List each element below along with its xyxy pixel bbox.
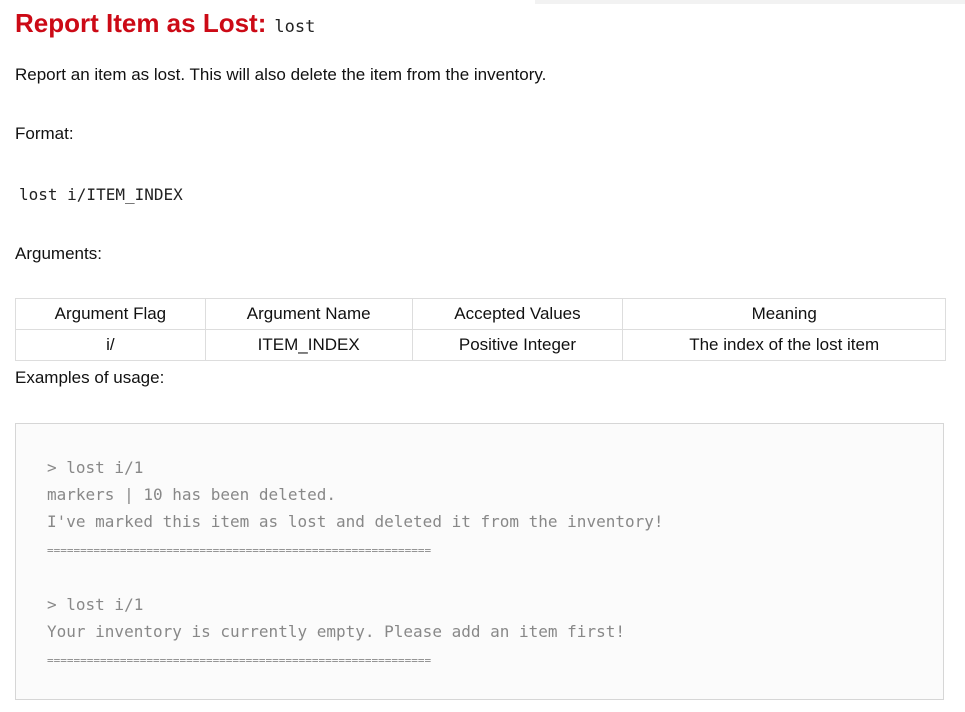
table-header-cell: Argument Name (204, 298, 413, 330)
examples-label: Examples of usage: (15, 368, 165, 387)
top-shade (535, 0, 965, 4)
table-header-cell: Argument Flag (15, 298, 206, 330)
arguments-table: Argument Flag Argument Name Accepted Val… (15, 298, 946, 361)
table-header-row: Argument Flag Argument Name Accepted Val… (15, 298, 946, 330)
command-code: lost (274, 17, 316, 37)
example-separator: ========================================… (47, 654, 432, 667)
section-heading: Report Item as Lost: lost (15, 8, 315, 39)
table-row: i/ ITEM_INDEX Positive Integer The index… (15, 329, 946, 361)
example-separator: ========================================… (47, 544, 432, 557)
table-cell: Positive Integer (411, 329, 624, 361)
table-cell: The index of the lost item (622, 329, 946, 361)
example-line: markers | 10 has been deleted. (47, 485, 336, 504)
format-label: Format: (15, 124, 74, 143)
format-code: lost i/ITEM_INDEX (19, 185, 183, 204)
section-title: Report Item as Lost: (15, 8, 267, 38)
table-cell: ITEM_INDEX (204, 329, 413, 361)
example-code-block: > lost i/1 markers | 10 has been deleted… (15, 423, 944, 700)
example-line: I've marked this item as lost and delete… (47, 512, 664, 531)
example-line: Your inventory is currently empty. Pleas… (47, 622, 625, 641)
table-header-cell: Accepted Values (411, 298, 624, 330)
table-cell: i/ (15, 329, 206, 361)
description-text: Report an item as lost. This will also d… (15, 65, 547, 84)
arguments-label: Arguments: (15, 244, 102, 263)
example-line: > lost i/1 (47, 595, 144, 614)
table-header-cell: Meaning (622, 298, 946, 330)
example-line: > lost i/1 (47, 458, 144, 477)
example-code: > lost i/1 markers | 10 has been deleted… (47, 454, 664, 674)
